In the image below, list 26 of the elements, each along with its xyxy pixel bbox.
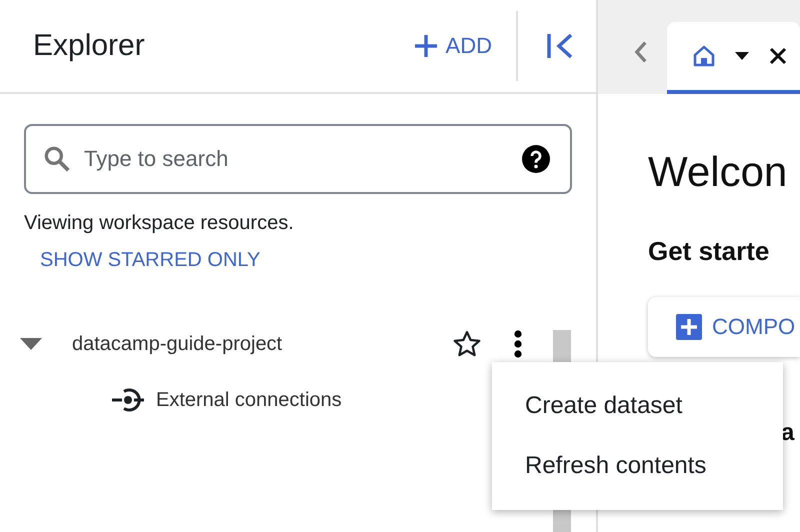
menu-item[interactable]: Refresh contents — [492, 436, 783, 496]
welcome-heading: Welcon — [648, 148, 788, 196]
scope-note: Viewing workspace resources. — [24, 212, 295, 235]
tree-item[interactable]: External connections — [156, 388, 342, 412]
expand-arrow-icon[interactable] — [20, 337, 42, 351]
search-field[interactable]: Type to search — [24, 124, 572, 194]
menu-item[interactable]: Create dataset — [492, 376, 783, 436]
help-icon[interactable] — [522, 145, 550, 173]
section-heading: Get starte — [648, 236, 770, 267]
plus-icon — [414, 34, 438, 58]
search-icon — [42, 144, 72, 174]
collapse-panel-icon[interactable] — [546, 33, 574, 59]
home-icon — [693, 45, 716, 67]
chevron-left-icon[interactable] — [634, 40, 648, 64]
compose-button[interactable]: COMPO — [648, 297, 800, 357]
close-icon[interactable] — [769, 47, 788, 65]
connection-icon — [112, 388, 144, 412]
project-name[interactable]: datacamp-guide-project — [72, 332, 452, 356]
show-starred-link[interactable]: SHOW STARRED ONLY — [40, 249, 260, 272]
home-tab[interactable] — [667, 22, 800, 94]
add-button[interactable]: ADD — [408, 29, 498, 63]
star-icon[interactable] — [452, 329, 482, 359]
more-icon[interactable] — [514, 330, 522, 358]
panel-title: Explorer — [33, 29, 146, 63]
plus-box-icon — [676, 314, 702, 340]
caret-icon[interactable] — [735, 52, 750, 60]
